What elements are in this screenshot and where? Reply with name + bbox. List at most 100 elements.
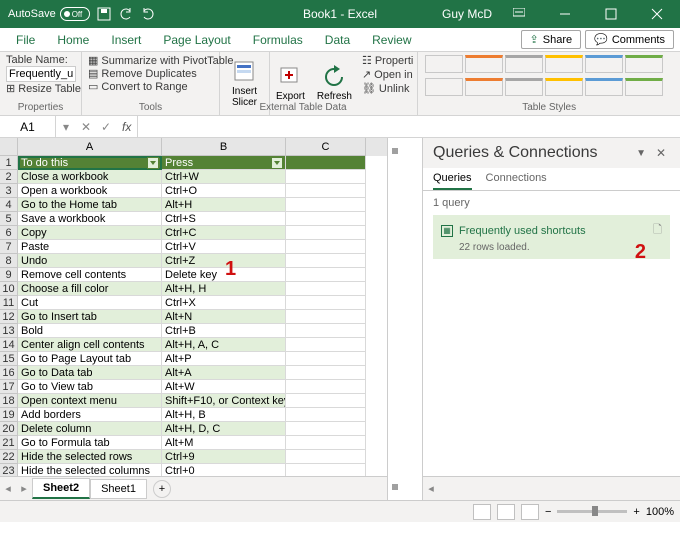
summarize-pivot-button[interactable]: ▦ Summarize with PivotTable: [88, 54, 213, 67]
ext-unlink-button[interactable]: ⛓ Unlink: [362, 82, 413, 95]
zoom-level[interactable]: 100%: [646, 506, 674, 518]
page-break-view-icon[interactable]: [521, 504, 539, 520]
table-row[interactable]: 17 Go to View tab Alt+W: [0, 380, 387, 394]
share-button[interactable]: ⇪Share: [521, 30, 582, 49]
table-name-label: Table Name:: [6, 54, 75, 66]
col-header-a[interactable]: A: [18, 138, 162, 156]
save-icon[interactable]: [96, 6, 112, 22]
ribbon-options-icon[interactable]: [496, 0, 542, 28]
cell: Delete key: [162, 268, 286, 282]
table-row[interactable]: 2 Close a workbook Ctrl+W: [0, 170, 387, 184]
maximize-icon[interactable]: [588, 0, 634, 28]
name-box[interactable]: A1: [0, 116, 56, 137]
table-row[interactable]: 4 Go to the Home tab Alt+H: [0, 198, 387, 212]
minimize-icon[interactable]: [542, 0, 588, 28]
cell: Go to Formula tab: [18, 436, 162, 450]
zoom-out-button[interactable]: −: [545, 506, 551, 518]
enter-formula-icon[interactable]: ✓: [96, 120, 116, 134]
table-row[interactable]: 23 Hide the selected columns Ctrl+0: [0, 464, 387, 476]
sheet-nav-prev[interactable]: ◂: [0, 482, 16, 495]
cell: Go to Data tab: [18, 366, 162, 380]
close-icon[interactable]: [634, 0, 680, 28]
query-peek-icon[interactable]: 🗋: [653, 221, 662, 240]
table-row[interactable]: 15 Go to Page Layout tab Alt+P: [0, 352, 387, 366]
new-sheet-button[interactable]: +: [153, 480, 171, 498]
table-name-input[interactable]: [6, 66, 76, 82]
sheet-tab-active[interactable]: Sheet2: [32, 478, 90, 499]
table-icon: ▦: [441, 225, 453, 237]
table-row[interactable]: 10 Choose a fill color Alt+H, H: [0, 282, 387, 296]
table-row[interactable]: 16 Go to Data tab Alt+A: [0, 366, 387, 380]
formula-input[interactable]: [137, 116, 680, 137]
filter-icon[interactable]: [147, 157, 159, 169]
sheet-nav-next[interactable]: ▸: [16, 482, 32, 495]
redo-icon[interactable]: [140, 6, 156, 22]
sheet-tab-other[interactable]: Sheet1: [90, 479, 147, 499]
ribbon: Table Name: ⊞ Resize Table Properties ▦ …: [0, 52, 680, 116]
col-header-b[interactable]: B: [162, 138, 286, 156]
zoom-slider[interactable]: [557, 510, 627, 513]
sheet-tab-bar: ◂ ▸ Sheet2 Sheet1 +: [0, 476, 387, 500]
table-row[interactable]: 9 Remove cell contents Delete key: [0, 268, 387, 282]
tab-insert[interactable]: Insert: [101, 29, 151, 51]
table-row[interactable]: 5 Save a workbook Ctrl+S: [0, 212, 387, 226]
undo-icon[interactable]: [118, 6, 134, 22]
remove-duplicates-button[interactable]: ▤ Remove Duplicates: [88, 67, 213, 80]
col-header-c[interactable]: C: [286, 138, 366, 156]
table-row[interactable]: 11 Cut Ctrl+X: [0, 296, 387, 310]
table-styles-gallery[interactable]: [424, 54, 674, 100]
table-row[interactable]: 18 Open context menu Shift+F10, or Conte…: [0, 394, 387, 408]
queries-pane-dropdown-icon[interactable]: ▼: [636, 148, 646, 159]
tab-pagelayout[interactable]: Page Layout: [153, 29, 240, 51]
cell: Ctrl+0: [162, 464, 286, 476]
page-layout-view-icon[interactable]: [497, 504, 515, 520]
table-row[interactable]: 1 To do this Press: [0, 156, 387, 170]
ext-properties-button[interactable]: ☷ Properti: [362, 54, 413, 67]
cell: Delete column: [18, 422, 162, 436]
table-row[interactable]: 12 Go to Insert tab Alt+N: [0, 310, 387, 324]
table-row[interactable]: 6 Copy Ctrl+C: [0, 226, 387, 240]
normal-view-icon[interactable]: [473, 504, 491, 520]
user-name[interactable]: Guy McD: [442, 7, 496, 21]
autosave-toggle[interactable]: AutoSave Off: [8, 7, 90, 21]
cell: Hide the selected columns: [18, 464, 162, 476]
tab-file[interactable]: File: [6, 29, 45, 51]
worksheet-grid[interactable]: A B C 1 To do this Press 2 Close a workb…: [0, 138, 388, 500]
cell: Ctrl+C: [162, 226, 286, 240]
ext-open-button[interactable]: ↗ Open in: [362, 68, 413, 81]
table-row[interactable]: 7 Paste Ctrl+V: [0, 240, 387, 254]
table-row[interactable]: 19 Add borders Alt+H, B: [0, 408, 387, 422]
cell: Ctrl+V: [162, 240, 286, 254]
cancel-formula-icon[interactable]: ✕: [76, 120, 96, 134]
queries-pane-close-icon[interactable]: ✕: [656, 146, 670, 160]
connections-tab[interactable]: Connections: [486, 168, 547, 190]
resize-table-button[interactable]: ⊞ Resize Table: [6, 82, 75, 95]
zoom-in-button[interactable]: +: [633, 506, 639, 518]
filter-icon[interactable]: [271, 157, 283, 169]
comments-button[interactable]: 💬Comments: [585, 30, 674, 49]
cell: Ctrl+S: [162, 212, 286, 226]
select-all-corner[interactable]: [0, 138, 18, 156]
cell: Alt+M: [162, 436, 286, 450]
table-row[interactable]: 20 Delete column Alt+H, D, C: [0, 422, 387, 436]
queries-tab[interactable]: Queries: [433, 168, 472, 190]
window-title: Book1 - Excel: [303, 7, 377, 21]
tab-formulas[interactable]: Formulas: [243, 29, 313, 51]
fx-icon[interactable]: fx: [116, 120, 137, 134]
table-row[interactable]: 22 Hide the selected rows Ctrl+9: [0, 450, 387, 464]
tab-data[interactable]: Data: [315, 29, 360, 51]
hscroll-left-icon[interactable]: ◂: [423, 482, 439, 495]
cell: Ctrl+B: [162, 324, 286, 338]
table-row[interactable]: 21 Go to Formula tab Alt+M: [0, 436, 387, 450]
table-row[interactable]: 13 Bold Ctrl+B: [0, 324, 387, 338]
tab-home[interactable]: Home: [47, 29, 99, 51]
table-row[interactable]: 8 Undo Ctrl+Z: [0, 254, 387, 268]
annotation-1: 1: [225, 258, 236, 281]
cell: Alt+H, B: [162, 408, 286, 422]
cell: Alt+W: [162, 380, 286, 394]
table-row[interactable]: 14 Center align cell contents Alt+H, A, …: [0, 338, 387, 352]
tab-review[interactable]: Review: [362, 29, 421, 51]
convert-range-button[interactable]: ▭ Convert to Range: [88, 80, 213, 93]
fbar-dropdown-icon[interactable]: ▾: [56, 120, 76, 134]
table-row[interactable]: 3 Open a workbook Ctrl+O: [0, 184, 387, 198]
